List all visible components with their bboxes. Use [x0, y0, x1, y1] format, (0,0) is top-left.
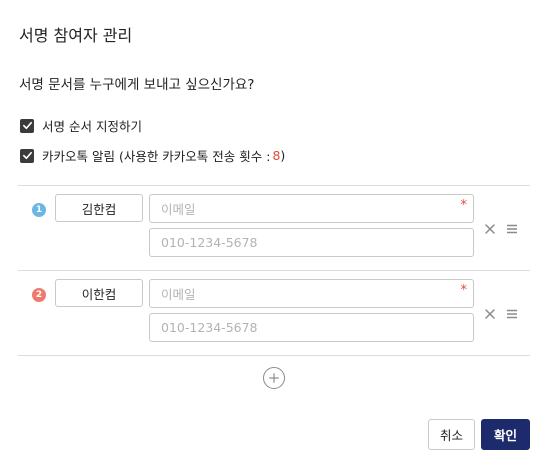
signing-order-checkbox[interactable] — [20, 118, 34, 133]
required-mark: * — [460, 283, 468, 298]
email-field[interactable]: 이메일 * — [149, 194, 474, 223]
required-mark: * — [460, 198, 468, 213]
divider — [18, 355, 530, 356]
kakao-notification-option[interactable]: 카카오톡 알림 (사용한 카카오톡 전송 횟수 : 8) — [20, 146, 285, 165]
recipient-question: 서명 문서를 누구에게 보내고 싶으신가요? — [19, 77, 255, 93]
dialog-title: 서명 참여자 관리 — [19, 26, 133, 45]
add-participant-button[interactable] — [263, 367, 285, 389]
participant-name-field[interactable]: 김한컴 — [55, 194, 143, 222]
kakao-notification-label: 카카오톡 알림 (사용한 카카오톡 전송 횟수 : — [42, 149, 271, 164]
close-icon[interactable] — [483, 222, 497, 236]
order-badge: 2 — [32, 288, 46, 302]
participant-name-field[interactable]: 이한컴 — [55, 279, 143, 307]
phone-field[interactable]: 010-1234-5678 — [149, 313, 474, 342]
check-icon — [22, 151, 32, 160]
plus-icon — [269, 373, 279, 383]
email-placeholder: 이메일 — [161, 287, 196, 302]
order-badge: 1 — [32, 203, 46, 217]
cancel-button[interactable]: 취소 — [428, 419, 475, 450]
participant-row: 2 이한컴 이메일 * 010-1234-5678 — [0, 271, 548, 355]
drag-handle-icon[interactable] — [505, 307, 519, 321]
confirm-button[interactable]: 확인 — [481, 419, 530, 450]
kakao-notification-checkbox[interactable] — [20, 148, 34, 163]
drag-handle-icon[interactable] — [505, 222, 519, 236]
signing-order-option[interactable]: 서명 순서 지정하기 — [20, 116, 142, 135]
check-icon — [22, 121, 32, 130]
kakao-send-count: 8 — [272, 148, 281, 163]
phone-field[interactable]: 010-1234-5678 — [149, 228, 474, 257]
participant-management-dialog: 서명 참여자 관리 서명 문서를 누구에게 보내고 싶으신가요? 서명 순서 지… — [0, 0, 548, 470]
email-field[interactable]: 이메일 * — [149, 279, 474, 308]
signing-order-label: 서명 순서 지정하기 — [42, 119, 142, 134]
phone-placeholder: 010-1234-5678 — [161, 235, 258, 250]
close-icon[interactable] — [483, 307, 497, 321]
kakao-label-suffix: ) — [280, 148, 286, 163]
participant-row: 1 김한컴 이메일 * 010-1234-5678 — [0, 186, 548, 270]
phone-placeholder: 010-1234-5678 — [161, 320, 258, 335]
email-placeholder: 이메일 — [161, 202, 196, 217]
